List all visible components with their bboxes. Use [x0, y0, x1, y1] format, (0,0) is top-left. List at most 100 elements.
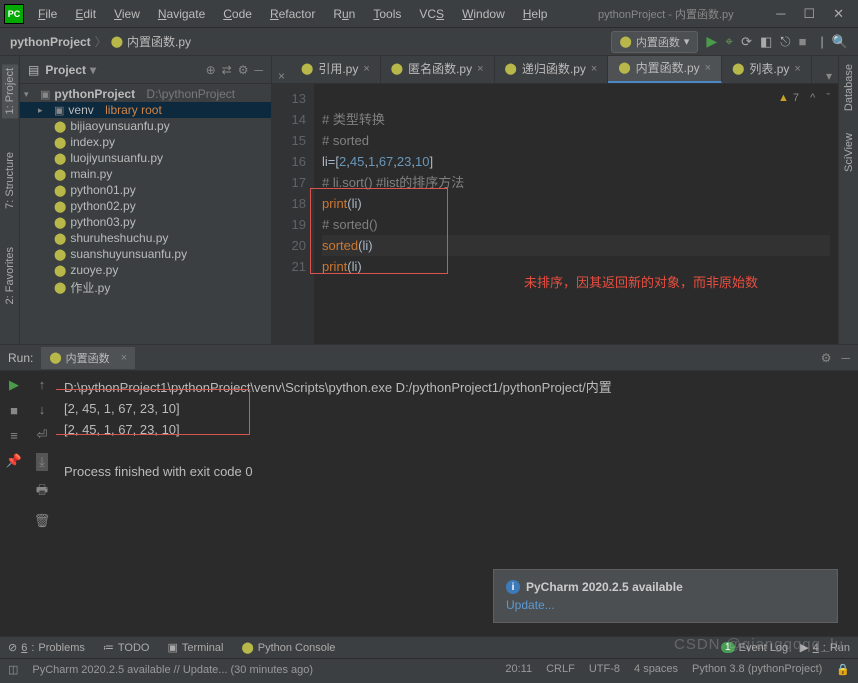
code-line[interactable]: li=[2,45,1,67,23,10]	[322, 151, 830, 172]
stop-run-icon[interactable]: ■	[10, 403, 18, 418]
pin-icon[interactable]: 📌	[6, 453, 22, 469]
run-tab[interactable]: ⬤内置函数 ×	[41, 347, 135, 369]
project-panel: ▤ Project ▾ ⊕ ⇄ ⚙ ─ ▾▣pythonProject D:\p…	[20, 56, 272, 344]
attach-icon[interactable]: ⎋	[780, 34, 790, 50]
menu-code[interactable]: Code	[215, 3, 260, 25]
editor-tab[interactable]: ⬤引用.py×	[291, 56, 381, 83]
code-line[interactable]	[322, 88, 830, 109]
tab-python-console[interactable]: ⬤ Python Console	[241, 641, 335, 654]
run-config-dropdown[interactable]: ⬤ 内置函数 ▾	[611, 31, 699, 53]
tab-todo[interactable]: ≔ TODO	[103, 641, 150, 654]
status-window-icon[interactable]: ◫	[8, 663, 18, 676]
minimize-icon[interactable]: ─	[776, 6, 785, 22]
hide-icon[interactable]: ─	[254, 63, 263, 77]
breadcrumb-file[interactable]: 内置函数.py	[127, 33, 191, 50]
profile-icon[interactable]: ◧	[760, 34, 772, 50]
tab-favorites-tool[interactable]: 2: Favorites	[2, 243, 18, 308]
menu-navigate[interactable]: Navigate	[150, 3, 213, 25]
locate-icon[interactable]: ⊕	[206, 63, 216, 77]
run-button-icon[interactable]: ▶	[706, 33, 717, 50]
menu-vcs[interactable]: VCS	[411, 3, 452, 25]
menu-refactor[interactable]: Refactor	[262, 3, 323, 25]
scroll-icon[interactable]: ⤓	[36, 453, 48, 471]
editor-tab[interactable]: ⬤匿名函数.py×	[381, 56, 495, 83]
down-icon[interactable]: ↓	[39, 402, 46, 417]
status-position[interactable]: 20:11	[505, 663, 532, 676]
inspections-widget[interactable]: ▲7 ^ ˇ	[778, 88, 830, 109]
tree-file[interactable]: ⬤python02.py	[20, 198, 271, 214]
stop-icon[interactable]: ■	[799, 34, 807, 49]
expand-icon[interactable]: ⇄	[222, 63, 232, 77]
tree-venv[interactable]: ▸▣venv library root	[20, 102, 271, 118]
notification-link[interactable]: Update...	[506, 598, 825, 612]
tab-close-left[interactable]: ×	[272, 69, 291, 83]
tab-database-tool[interactable]: Database	[841, 60, 857, 115]
wrap-icon[interactable]: ⏎	[37, 427, 48, 443]
status-indent[interactable]: 4 spaces	[634, 663, 678, 676]
editor-tab[interactable]: ⬤列表.py×	[722, 56, 812, 83]
menu-view[interactable]: View	[106, 3, 148, 25]
tree-file[interactable]: ⬤main.py	[20, 166, 271, 182]
status-message[interactable]: PyCharm 2020.2.5 available // Update... …	[32, 664, 313, 676]
left-tool-stripe: 1: Project 7: Structure 2: Favorites	[0, 56, 20, 344]
editor-tab[interactable]: ⬤递归函数.py×	[495, 56, 609, 83]
up-icon[interactable]: ↑	[39, 377, 46, 392]
tree-file[interactable]: ⬤bijiaoyunsuanfu.py	[20, 118, 271, 134]
tree-file[interactable]: ⬤python03.py	[20, 214, 271, 230]
rerun-icon[interactable]: ▶	[9, 377, 19, 393]
vcs-icon[interactable]: |	[820, 34, 823, 49]
tab-structure-tool[interactable]: 7: Structure	[2, 148, 18, 213]
layout-icon[interactable]: ≡	[10, 428, 18, 443]
tab-dropdown-icon[interactable]: ▾	[820, 69, 838, 83]
debug-button-icon[interactable]: ⌖	[725, 33, 733, 50]
main-menu: File Edit View Navigate Code Refactor Ru…	[30, 3, 555, 25]
tab-problems[interactable]: ⊘ 6: Problems	[8, 641, 85, 654]
code-content[interactable]: ▲7 ^ ˇ 未排序，因其返回新的对象，而非原始数 # 类型转换# sorted…	[314, 84, 838, 344]
navigation-bar: pythonProject 〉 ⬤ 内置函数.py ⬤ 内置函数 ▾ ▶ ⌖ ⟳…	[0, 28, 858, 56]
code-line[interactable]: # sorted	[322, 130, 830, 151]
tree-file[interactable]: ⬤zuoye.py	[20, 262, 271, 278]
tree-file[interactable]: ⬤作业.py	[20, 278, 271, 297]
breadcrumb-project[interactable]: pythonProject	[10, 35, 91, 49]
status-line-sep[interactable]: CRLF	[546, 663, 575, 676]
maximize-icon[interactable]: ☐	[803, 6, 815, 22]
print-icon[interactable]: 🖶	[36, 481, 48, 503]
tree-file[interactable]: ⬤luojiyunsuanfu.py	[20, 150, 271, 166]
menu-edit[interactable]: Edit	[67, 3, 104, 25]
status-lock-icon[interactable]: 🔒	[836, 663, 850, 676]
code-editor[interactable]: 131415161718192021 ▲7 ^ ˇ 未排序，因其返回新的对象，而…	[272, 84, 838, 344]
code-line[interactable]: print(li)	[322, 193, 830, 214]
run-gear-icon[interactable]: ⚙	[821, 351, 832, 365]
tree-file[interactable]: ⬤suanshuyunsuanfu.py	[20, 246, 271, 262]
status-interpreter[interactable]: Python 3.8 (pythonProject)	[692, 663, 822, 676]
code-line[interactable]: # 类型转换	[322, 109, 830, 130]
status-encoding[interactable]: UTF-8	[589, 663, 620, 676]
tab-run-bottom[interactable]: ▶ 4: Run	[800, 641, 850, 654]
trash-icon[interactable]: 🗑	[34, 513, 51, 529]
folder-icon: ▤	[28, 63, 39, 77]
menu-tools[interactable]: Tools	[365, 3, 409, 25]
menu-window[interactable]: Window	[454, 3, 513, 25]
tab-event-log[interactable]: 1 Event Log	[721, 641, 788, 654]
tree-file[interactable]: ⬤shuruheshuchu.py	[20, 230, 271, 246]
code-line[interactable]: # sorted()	[322, 214, 830, 235]
close-icon[interactable]: ✕	[833, 6, 844, 22]
pycharm-icon: PC	[4, 4, 24, 24]
main-area: 1: Project 7: Structure 2: Favorites ▤ P…	[0, 56, 858, 344]
tree-file[interactable]: ⬤index.py	[20, 134, 271, 150]
coverage-icon[interactable]: ⟳	[741, 34, 752, 50]
run-hide-icon[interactable]: ─	[841, 351, 850, 365]
code-line[interactable]: sorted(li)	[322, 235, 830, 256]
menu-help[interactable]: Help	[515, 3, 556, 25]
menu-file[interactable]: File	[30, 3, 65, 25]
code-line[interactable]: # li.sort() #list的排序方法	[322, 172, 830, 193]
tree-file[interactable]: ⬤python01.py	[20, 182, 271, 198]
gear-icon[interactable]: ⚙	[238, 63, 249, 77]
editor-tab[interactable]: ⬤内置函数.py×	[608, 56, 722, 83]
tab-project-tool[interactable]: 1: Project	[2, 64, 18, 118]
tab-sciview-tool[interactable]: SciView	[841, 129, 857, 176]
search-icon[interactable]: 🔍	[832, 34, 848, 50]
tab-terminal[interactable]: ▣ Terminal	[167, 641, 223, 654]
menu-run[interactable]: Run	[325, 3, 363, 25]
tree-root[interactable]: ▾▣pythonProject D:\pythonProject	[20, 86, 271, 102]
